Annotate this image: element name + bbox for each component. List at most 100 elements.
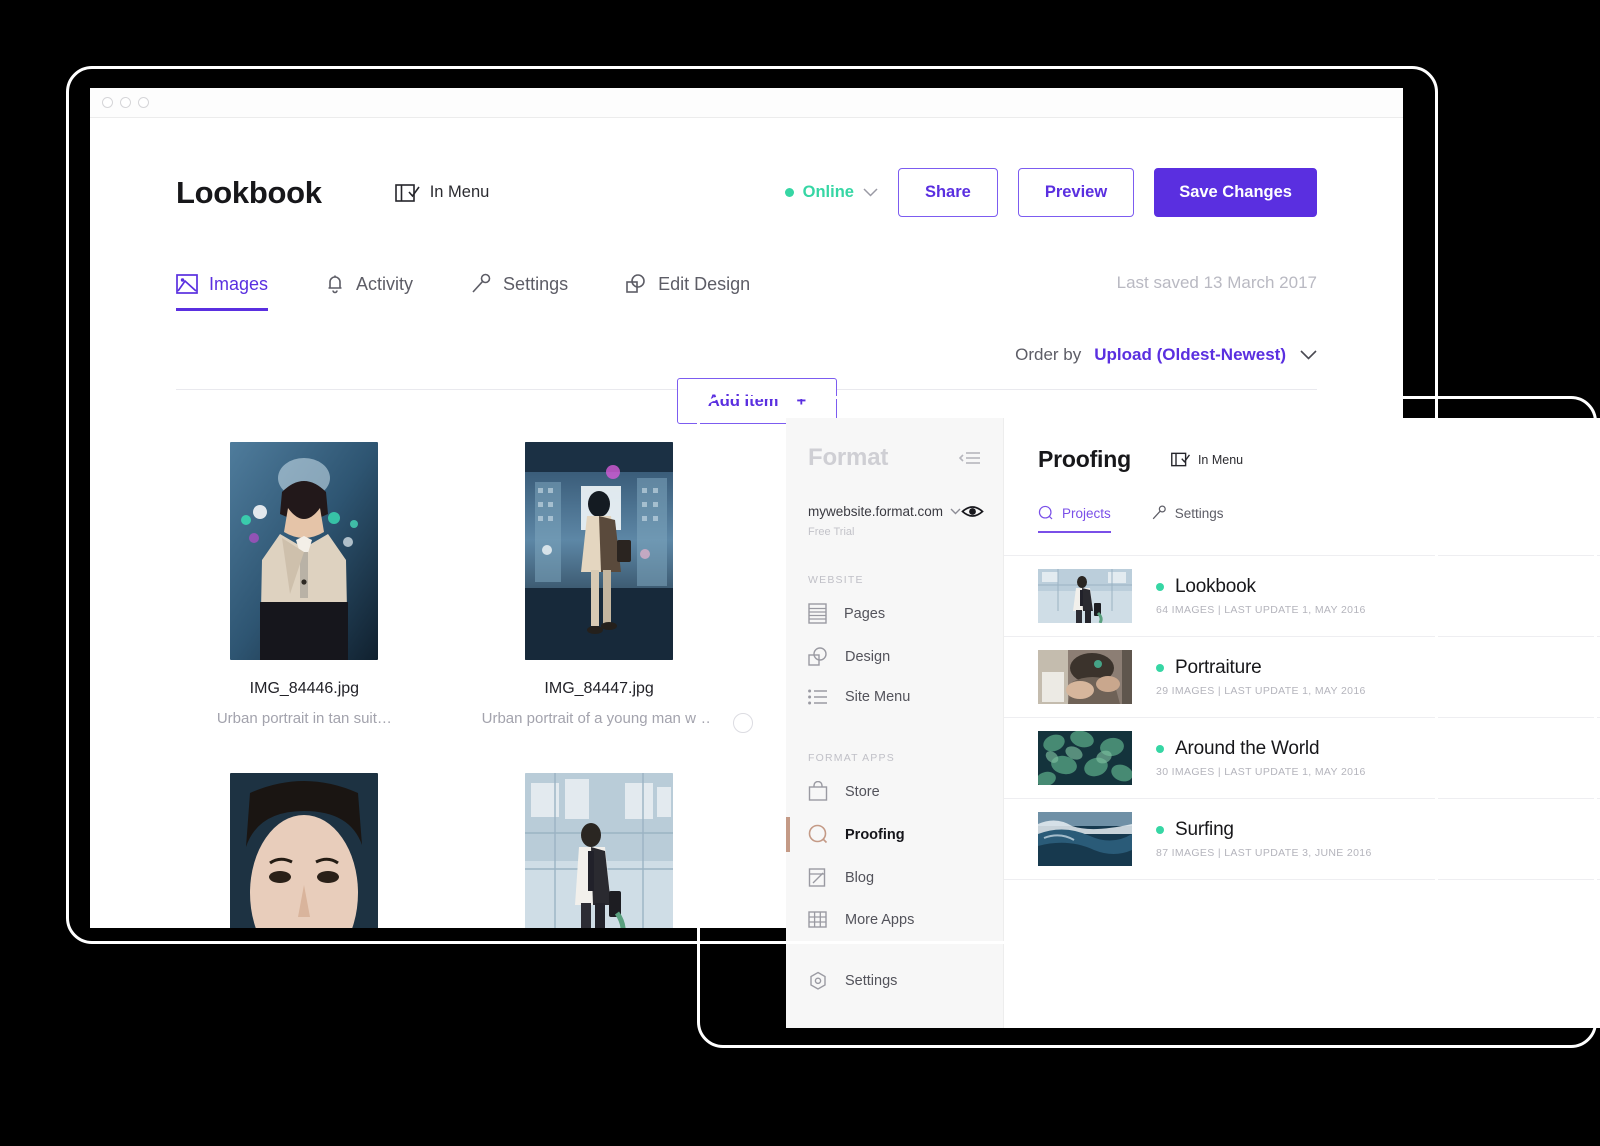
plus-icon: + xyxy=(796,391,807,410)
gear-icon xyxy=(808,971,828,991)
gallery-item[interactable] xyxy=(176,773,433,928)
order-by-label: Order by xyxy=(1015,345,1082,364)
project-title: Portraiture xyxy=(1175,657,1262,678)
bag-icon xyxy=(808,781,828,802)
sidebar-item-label: Proofing xyxy=(845,826,905,843)
preview-button[interactable]: Preview xyxy=(1017,168,1135,217)
collapse-sidebar-icon[interactable] xyxy=(959,450,981,466)
window-titlebar xyxy=(90,88,1403,118)
page-title: Lookbook xyxy=(176,174,322,210)
project-row[interactable]: Surfing 87 IMAGES | LAST UPDATE 3, JUNE … xyxy=(1004,799,1600,880)
main-tabs: Images Activity Settings Edit Design Las… xyxy=(176,273,1317,311)
sidebar-item-blog[interactable]: Blog xyxy=(786,856,1003,899)
header-actions: Online Share Preview Save Changes xyxy=(784,168,1317,217)
sidebar-item-store[interactable]: Store xyxy=(786,770,1003,813)
sidebar-header: Format xyxy=(786,418,1003,472)
projects-list: Lookbook 64 IMAGES | LAST UPDATE 1, MAY … xyxy=(1004,555,1600,880)
project-thumbnail xyxy=(1038,731,1132,785)
save-changes-button[interactable]: Save Changes xyxy=(1154,168,1317,217)
gallery-item[interactable]: IMG_84446.jpg Urban portrait in tan suit… xyxy=(176,442,433,727)
status-selector[interactable]: Online xyxy=(784,183,878,202)
project-thumbnail xyxy=(1038,569,1132,623)
tab-projects[interactable]: Projects xyxy=(1038,505,1111,533)
in-menu-label: In Menu xyxy=(1197,452,1244,467)
add-item-label: Add Item xyxy=(707,391,779,410)
maximize-icon[interactable] xyxy=(138,97,149,108)
site-selector[interactable]: mywebsite.format.com Free Trial xyxy=(786,472,1003,538)
image-filename: IMG_84446.jpg xyxy=(249,680,360,697)
format-app-window: Format mywebsite.format.com Free Trial W… xyxy=(786,418,1600,1028)
sidebar-item-pages[interactable]: Pages xyxy=(786,592,1003,635)
last-saved-text: Last saved 13 March 2017 xyxy=(1116,273,1317,292)
design-icon xyxy=(625,273,647,295)
chevron-down-icon xyxy=(863,188,878,197)
status-label: Online xyxy=(802,183,854,201)
chevron-down-icon xyxy=(950,508,961,515)
proofing-tabs: Projects Settings xyxy=(1004,505,1600,533)
in-menu-toggle[interactable]: In Menu xyxy=(394,182,490,204)
in-menu-label: In Menu xyxy=(429,183,490,201)
status-dot-icon xyxy=(784,188,794,197)
project-thumbnail xyxy=(1038,812,1132,866)
design-icon xyxy=(808,646,828,667)
proofing-panel: Proofing In Menu Projects Settings Lookb… xyxy=(1004,418,1600,1028)
sidebar-section-label: FORMAT APPS xyxy=(808,752,895,764)
tab-label: Images xyxy=(209,273,269,294)
status-dot-icon xyxy=(1156,583,1164,591)
site-url-label: mywebsite.format.com xyxy=(808,504,944,519)
close-icon[interactable] xyxy=(102,97,113,108)
format-sidebar: Format mywebsite.format.com Free Trial W… xyxy=(786,418,1004,1028)
format-logo: Format xyxy=(808,444,889,471)
sidebar-item-label: Settings xyxy=(845,973,898,989)
sidebar-item-design[interactable]: Design xyxy=(786,635,1003,678)
gallery-item[interactable] xyxy=(471,773,728,928)
gallery-item[interactable]: IMG_84447.jpg Urban portrait of a young … xyxy=(471,442,728,727)
bell-icon xyxy=(325,273,345,295)
minimize-icon[interactable] xyxy=(120,97,131,108)
tab-proofing-settings[interactable]: Settings xyxy=(1151,505,1224,533)
image-description: Urban portrait in tan suit… xyxy=(216,710,392,727)
wrench-icon xyxy=(1151,505,1167,521)
project-row[interactable]: Around the World 30 IMAGES | LAST UPDATE… xyxy=(1004,718,1600,799)
proofing-header: Proofing In Menu xyxy=(1004,446,1600,473)
sidebar-item-proofing[interactable]: Proofing xyxy=(786,813,1003,856)
screenshot-stage: Lookbook In Menu Online Share Preview Sa… xyxy=(0,0,1600,1146)
thumbnail-image xyxy=(525,442,674,660)
thumbnail-image xyxy=(230,442,379,660)
grid-icon xyxy=(808,910,828,930)
tab-label: Settings xyxy=(1174,505,1224,521)
tab-settings[interactable]: Settings xyxy=(470,273,568,311)
sidebar-item-label: Blog xyxy=(845,869,875,886)
sidebar-footer: Settings xyxy=(786,960,1003,1028)
preview-site-icon[interactable] xyxy=(961,504,984,519)
project-title: Around the World xyxy=(1175,738,1320,759)
thumbnail-image xyxy=(525,773,674,928)
thumbnail-image xyxy=(230,773,379,928)
page-header: Lookbook In Menu Online Share Preview Sa… xyxy=(176,118,1317,217)
sidebar-item-label: More Apps xyxy=(845,912,915,928)
sidebar-item-more-apps[interactable]: More Apps xyxy=(786,899,1003,941)
share-button[interactable]: Share xyxy=(897,168,998,217)
order-by-selector[interactable]: Order by Upload (Oldest-Newest) xyxy=(1015,345,1317,365)
tab-activity[interactable]: Activity xyxy=(325,273,413,311)
project-thumbnail xyxy=(1038,650,1132,704)
sidebar-item-label: Site Menu xyxy=(845,689,911,705)
project-meta: 29 IMAGES | LAST UPDATE 1, MAY 2016 xyxy=(1156,685,1366,697)
tab-label: Projects xyxy=(1062,505,1111,521)
project-title: Lookbook xyxy=(1175,576,1256,597)
in-menu-icon xyxy=(1171,451,1191,468)
project-row[interactable]: Portraiture 29 IMAGES | LAST UPDATE 1, M… xyxy=(1004,637,1600,718)
sidebar-item-settings[interactable]: Settings xyxy=(786,960,1003,1002)
proofing-in-menu-toggle[interactable]: In Menu xyxy=(1171,451,1243,468)
tab-label: Settings xyxy=(503,273,569,294)
project-row[interactable]: Lookbook 64 IMAGES | LAST UPDATE 1, MAY … xyxy=(1004,556,1600,637)
wrench-icon xyxy=(470,273,492,295)
status-dot-icon xyxy=(1156,664,1164,672)
tab-images[interactable]: Images xyxy=(176,273,269,311)
project-meta: 64 IMAGES | LAST UPDATE 1, MAY 2016 xyxy=(1156,604,1366,616)
sidebar-item-label: Store xyxy=(845,783,880,800)
gallery-toolbar: Order by Upload (Oldest-Newest) xyxy=(176,345,1317,365)
sidebar-item-site-menu[interactable]: Site Menu xyxy=(786,678,1003,716)
tab-edit-design[interactable]: Edit Design xyxy=(625,273,750,311)
tab-label: Activity xyxy=(356,273,414,294)
